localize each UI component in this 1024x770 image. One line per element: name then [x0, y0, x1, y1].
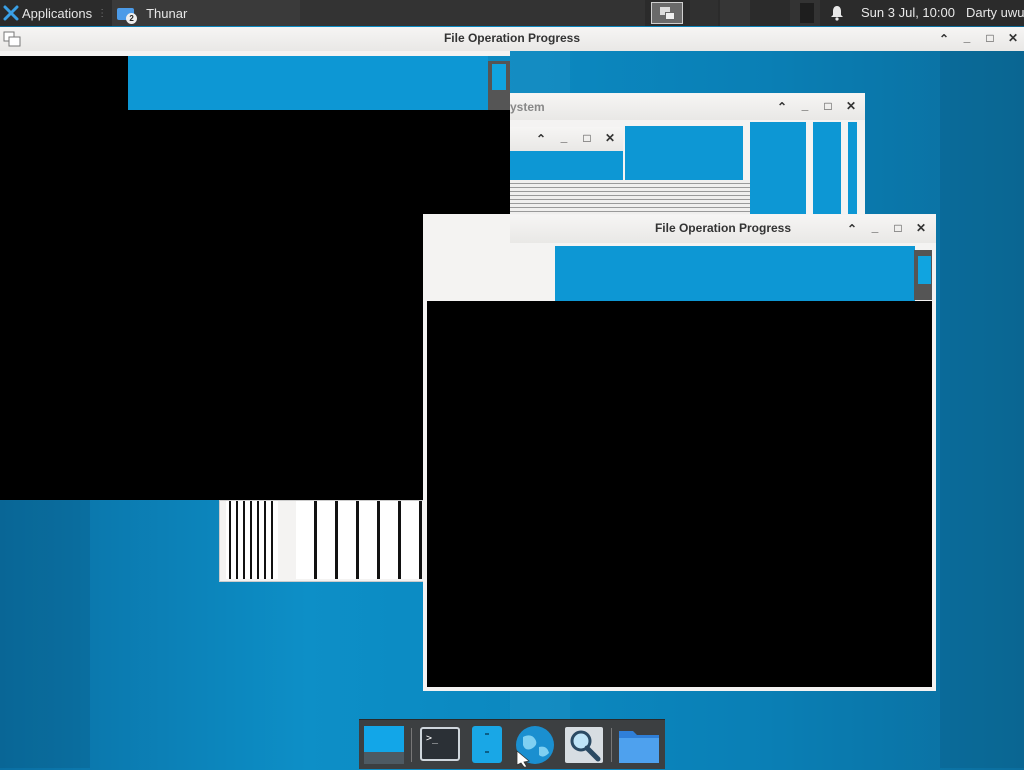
window-count-badge: 2	[126, 13, 138, 24]
dock: >_	[359, 719, 665, 769]
workspace-switcher-icon[interactable]	[651, 2, 683, 24]
window-content	[813, 122, 841, 217]
maximize-icon[interactable]: □	[892, 222, 904, 234]
window-titlebar[interactable]: File Operation Progress ⌃ _ □ ✕	[0, 27, 1024, 51]
app-finder-icon[interactable]	[564, 725, 604, 768]
dock-separator	[411, 728, 412, 762]
user-menu[interactable]: Darty uwu	[966, 5, 1024, 20]
panel-separator	[720, 0, 750, 26]
window-content	[128, 56, 488, 110]
taskbar-button-thunar[interactable]: 2 Thunar	[112, 0, 318, 26]
close-icon[interactable]: ✕	[915, 222, 927, 234]
applications-menu-button[interactable]: Applications ⋮	[0, 0, 110, 26]
window-titlebar[interactable]: ystem ⌃ _ □ ✕	[500, 94, 865, 120]
web-browser-icon[interactable]	[513, 725, 557, 770]
window-title: File Operation Progress	[443, 31, 581, 45]
clock[interactable]: Sun 3 Jul, 10:00	[861, 5, 955, 20]
chevron-up-icon[interactable]: ⌃	[535, 133, 547, 145]
maximize-icon[interactable]: □	[984, 32, 996, 44]
folder-icon[interactable]	[617, 725, 661, 768]
minimize-icon[interactable]: _	[869, 221, 881, 233]
chevron-up-icon[interactable]: ⌃	[776, 101, 788, 113]
file-manager-icon[interactable]	[470, 725, 504, 768]
panel-handle-icon: ⋮	[97, 7, 107, 19]
window-content	[505, 151, 623, 181]
close-icon[interactable]: ✕	[604, 132, 616, 144]
minimize-icon[interactable]: _	[961, 31, 973, 43]
chevron-up-icon[interactable]: ⌃	[846, 223, 858, 235]
top-panel: Applications ⋮ 2 Thunar Sun 3 Jul, 10:00…	[0, 0, 1024, 26]
window-content	[492, 64, 506, 90]
panel-separator	[690, 0, 718, 26]
minimize-icon[interactable]: _	[558, 131, 570, 143]
svg-text:>_: >_	[426, 733, 439, 744]
window-content	[848, 122, 857, 217]
window-frame	[423, 500, 427, 687]
window-artefact	[219, 500, 425, 582]
task-label: Thunar	[146, 5, 188, 21]
terminal-icon[interactable]: >_	[420, 725, 460, 766]
window-body	[427, 301, 932, 687]
folder-icon: 2	[117, 6, 138, 24]
bell-icon[interactable]	[830, 5, 844, 21]
window-content	[750, 122, 806, 217]
window-titlebar[interactable]: File Operation Progress ⌃ _ □ ✕	[510, 215, 936, 243]
window-content	[918, 256, 931, 284]
dock-separator	[611, 728, 612, 762]
panel-spacer	[300, 0, 645, 26]
window-content	[555, 246, 915, 301]
minimize-icon[interactable]: _	[799, 99, 811, 111]
maximize-icon[interactable]: □	[822, 100, 834, 112]
show-desktop-icon[interactable]	[363, 725, 405, 768]
window-title: ystem	[510, 100, 545, 114]
tray-item	[800, 3, 814, 23]
maximize-icon[interactable]: □	[581, 132, 593, 144]
xfce-logo-icon	[3, 5, 19, 21]
close-icon[interactable]: ✕	[1007, 32, 1019, 44]
stacked-window-edges	[505, 180, 750, 214]
chevron-up-icon[interactable]: ⌃	[938, 33, 950, 45]
close-icon[interactable]: ✕	[845, 100, 857, 112]
window-titlebar[interactable]: ⌃ _ □ ✕	[505, 127, 623, 151]
applications-label: Applications	[22, 5, 93, 21]
